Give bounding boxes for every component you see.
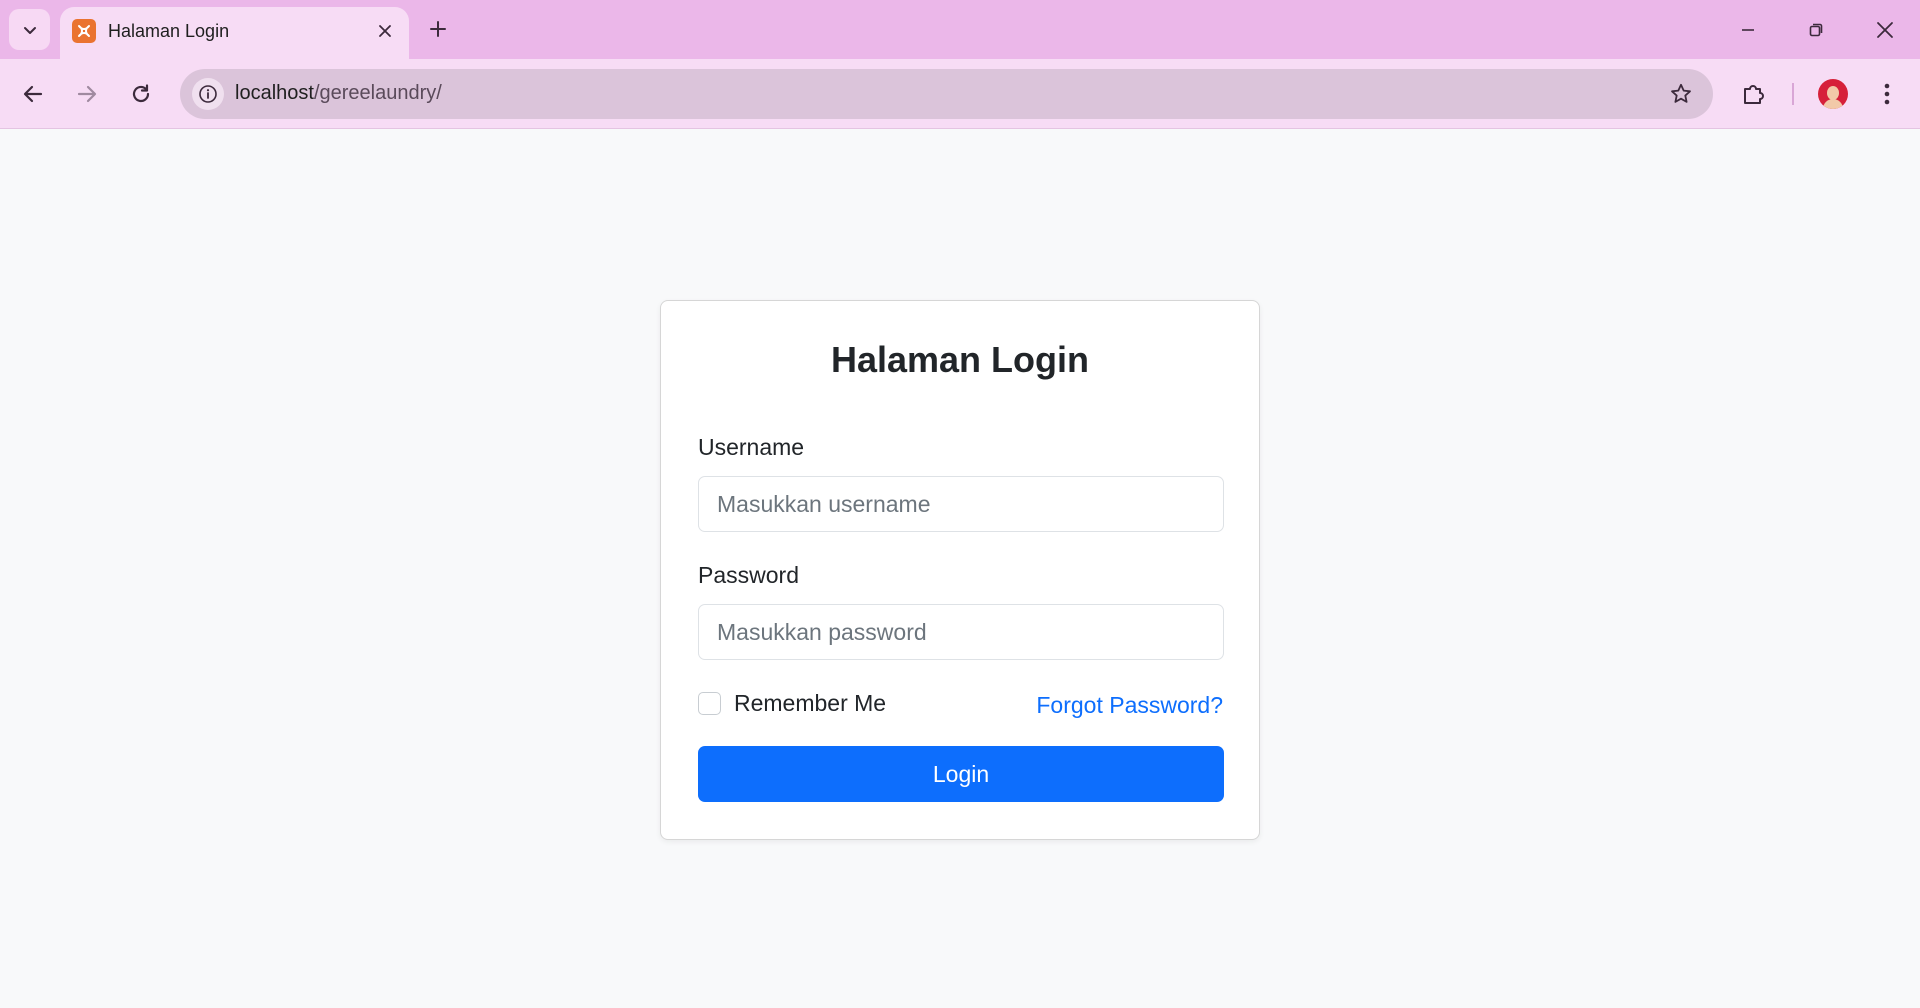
password-label: Password — [698, 562, 799, 588]
login-title: Halaman Login — [830, 339, 1090, 380]
window-close-button[interactable] — [1865, 10, 1905, 50]
username-label: Username — [698, 434, 805, 460]
remember-me-checkbox[interactable] — [698, 692, 721, 715]
window-close-icon — [1877, 22, 1893, 38]
profile-avatar[interactable] — [1818, 79, 1848, 109]
tab-search-button[interactable] — [9, 9, 50, 50]
xampp-favicon-icon — [72, 19, 96, 43]
plus-icon — [430, 21, 446, 37]
browser-toolbar: localhost/gereelaundry/ — [0, 59, 1920, 129]
close-icon — [379, 25, 391, 37]
browser-tab-strip: Halaman Login — [0, 0, 1920, 59]
site-info-button[interactable] — [192, 78, 224, 110]
bookmark-button[interactable] — [1667, 80, 1695, 108]
url-host: localhost — [235, 82, 314, 104]
restore-icon — [1809, 23, 1823, 37]
forward-arrow-icon — [77, 85, 97, 103]
browser-tab-active[interactable]: Halaman Login — [60, 7, 409, 59]
password-input[interactable] — [698, 604, 1224, 660]
address-bar[interactable]: localhost/gereelaundry/ — [180, 69, 1713, 119]
restore-button[interactable] — [1796, 10, 1836, 50]
tab-title: Halaman Login — [108, 21, 230, 41]
url-path: /gereelaundry/ — [313, 82, 442, 104]
new-tab-button[interactable] — [423, 14, 453, 44]
tab-close-button[interactable] — [374, 20, 396, 42]
minimize-button[interactable] — [1728, 10, 1768, 50]
forward-button[interactable] — [68, 75, 106, 113]
remember-me-label[interactable]: Remember Me — [734, 690, 886, 717]
reload-button[interactable] — [122, 75, 160, 113]
back-button[interactable] — [14, 75, 52, 113]
back-arrow-icon — [23, 85, 43, 103]
extensions-icon — [1744, 85, 1764, 104]
remember-me-row: Remember Me — [698, 690, 886, 717]
browser-menu-button[interactable] — [1868, 75, 1906, 113]
username-input[interactable] — [698, 476, 1224, 532]
forgot-password-link[interactable]: Forgot Password? — [1036, 692, 1223, 719]
info-icon — [199, 85, 217, 103]
extensions-button[interactable] — [1735, 75, 1773, 113]
login-button[interactable]: Login — [698, 746, 1224, 802]
more-vertical-icon — [1884, 83, 1890, 105]
address-url[interactable]: localhost/gereelaundry/ — [235, 82, 442, 105]
minimize-icon — [1742, 29, 1754, 31]
reload-icon — [132, 84, 150, 103]
star-icon — [1671, 83, 1691, 103]
chevron-down-icon — [23, 26, 36, 34]
login-card: Halaman Login Username Password Remember… — [660, 300, 1260, 840]
page-content: Halaman Login Username Password Remember… — [0, 130, 1920, 1008]
toolbar-divider — [1792, 83, 1794, 105]
